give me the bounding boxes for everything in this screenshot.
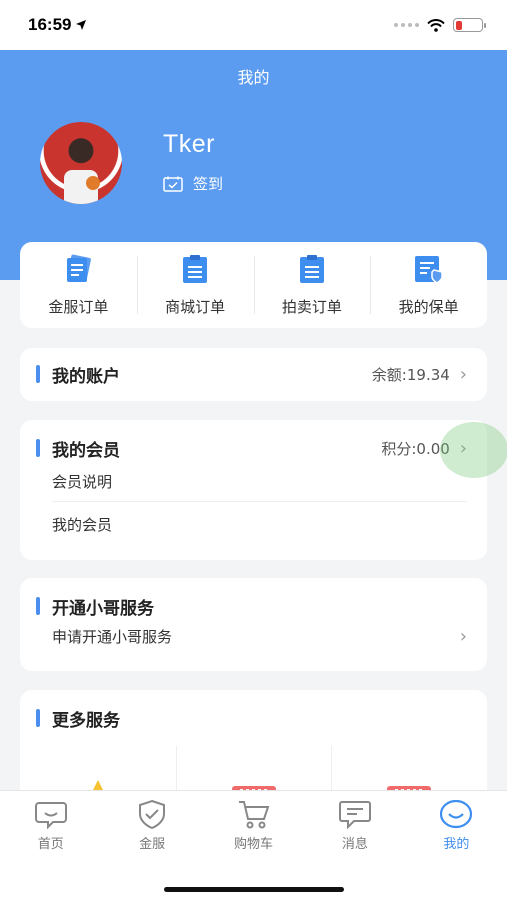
document-icon [67, 254, 92, 282]
member-card: 我的会员 积分:0.00 › 会员说明 我的会员 [20, 420, 487, 560]
section-title: 开通小哥服务 [36, 594, 154, 619]
tab-home[interactable]: 首页 [0, 799, 101, 861]
apply-courier-row[interactable]: 申请开通小哥服务 › [52, 620, 467, 652]
tab-label: 首页 [37, 837, 64, 852]
touch-indicator [440, 422, 507, 478]
calendar-check-icon [163, 176, 183, 192]
order-item-auction[interactable]: 拍卖订单 [253, 242, 371, 328]
list-item[interactable]: 会员说明 [52, 462, 467, 502]
avatar[interactable] [40, 122, 122, 204]
signal-icon [394, 23, 419, 27]
clock-text: 16:59 [28, 15, 72, 34]
chevron-right-icon: › [459, 363, 467, 385]
tab-bar: 首页 金服 购物车 消息 我的 [0, 790, 507, 900]
shield-icon [139, 799, 166, 829]
clipboard-icon [299, 254, 324, 283]
order-label: 我的保单 [398, 297, 459, 316]
order-shortcuts: 金服订单 商城订单 拍卖订单 我的保单 [20, 242, 487, 328]
status-bar: 16:59 [0, 0, 507, 50]
order-label: 商城订单 [165, 297, 226, 316]
home-icon [34, 802, 67, 829]
order-label: 拍卖订单 [281, 297, 342, 316]
cart-icon [238, 801, 269, 829]
home-indicator [164, 887, 344, 892]
status-indicators [394, 18, 486, 32]
battery-icon [453, 18, 486, 32]
tab-jinfu[interactable]: 金服 [101, 799, 202, 861]
tab-label: 我的 [443, 837, 470, 852]
tab-label: 消息 [341, 837, 368, 852]
section-title: 更多服务 [36, 706, 120, 731]
order-label: 金服订单 [48, 297, 109, 316]
location-arrow-icon [76, 20, 87, 30]
order-item-mall[interactable]: 商城订单 [136, 242, 254, 328]
balance-link[interactable]: 余额:19.34 › [372, 364, 467, 385]
tab-cart[interactable]: 购物车 [203, 799, 304, 861]
tab-messages[interactable]: 消息 [304, 799, 405, 861]
wifi-icon [427, 18, 445, 32]
tab-label: 购物车 [234, 837, 274, 852]
signin-label: 签到 [193, 175, 224, 193]
status-time: 16:59 [28, 15, 87, 35]
clipboard-icon [183, 254, 208, 283]
balance-value: 余额:19.34 [371, 365, 450, 384]
list-item[interactable]: 我的会员 [52, 502, 467, 546]
tab-profile[interactable]: 我的 [406, 799, 507, 861]
order-item-jinfu[interactable]: 金服订单 [20, 242, 137, 328]
section-title: 我的会员 [36, 436, 120, 461]
chevron-right-icon: › [459, 625, 467, 647]
page-title: 我的 [237, 68, 270, 87]
signin-button[interactable]: 签到 [163, 173, 223, 194]
profile-icon [440, 799, 473, 829]
courier-card: 开通小哥服务 申请开通小哥服务 › [20, 578, 487, 671]
username: Tker [163, 130, 215, 158]
section-title: 我的账户 [36, 362, 120, 387]
policy-icon [414, 255, 443, 284]
tab-label: 金服 [139, 837, 166, 852]
message-icon [338, 801, 371, 829]
order-item-policy[interactable]: 我的保单 [370, 242, 487, 328]
account-card[interactable]: 我的账户 余额:19.34 › [20, 348, 487, 401]
